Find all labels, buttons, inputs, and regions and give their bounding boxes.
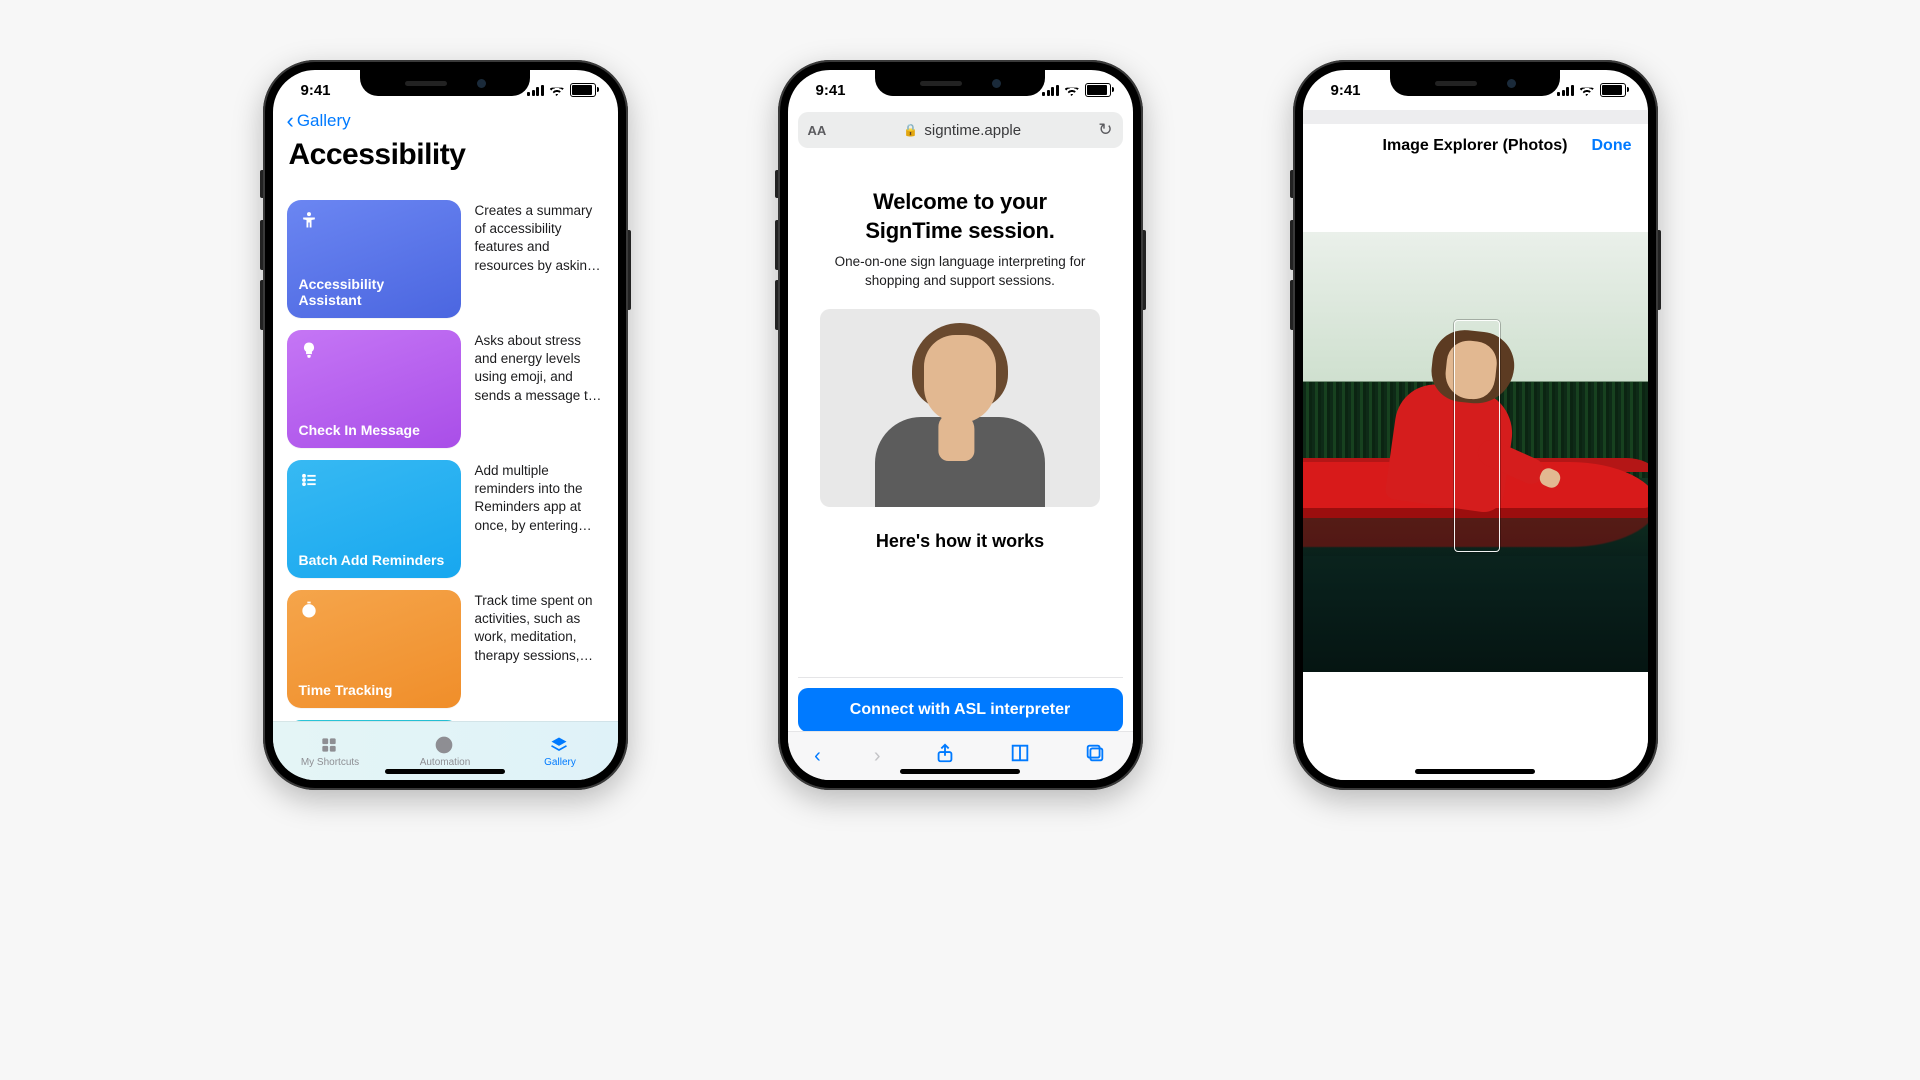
shortcut-title: Check In Message (299, 422, 449, 438)
shortcut-tile[interactable]: Check In Message (287, 330, 461, 448)
voiceover-focus-rect[interactable] (1454, 320, 1500, 552)
shortcut-item[interactable]: Time Tracking Track time spent on activit… (287, 590, 604, 708)
battery-icon (1600, 83, 1626, 97)
interpreter-video[interactable] (820, 309, 1100, 507)
page-subtitle: One-on-one sign language interpreting fo… (806, 253, 1115, 291)
photo-image (1303, 232, 1648, 672)
stopwatch-icon (299, 600, 449, 625)
shortcut-tile[interactable]: Batch Add Reminders (287, 460, 461, 578)
shortcut-item[interactable]: Accessibility Assistant Creates a summary… (287, 200, 604, 318)
cellular-icon (1042, 85, 1059, 96)
screen-shortcuts: 9:41 ‹ Gallery Accessibility Accessibili… (273, 70, 618, 780)
modal-title: Image Explorer (Photos) (1383, 137, 1568, 155)
text-size-icon[interactable]: AA (808, 123, 827, 138)
battery-icon (1085, 83, 1111, 97)
how-it-works-heading: Here's how it works (806, 531, 1115, 552)
page-title: Accessibility (273, 136, 618, 182)
connect-button[interactable]: Connect with ASL interpreter (798, 688, 1123, 732)
back-icon[interactable]: ‹ (814, 745, 821, 768)
screen-safari: 9:41 AA 🔒 signtime.apple ↻ Welcome to yo… (788, 70, 1133, 780)
layers-icon (549, 735, 571, 755)
tab-label: My Shortcuts (301, 757, 359, 768)
wifi-icon (549, 84, 565, 96)
phone-row: 9:41 ‹ Gallery Accessibility Accessibili… (0, 60, 1920, 790)
grid-icon (319, 735, 341, 755)
tab-my-shortcuts[interactable]: My Shortcuts (273, 722, 388, 780)
phone-image-explorer: 9:41 Image Explorer (Photos) Done (1293, 60, 1658, 790)
bookmarks-icon[interactable] (1009, 742, 1031, 770)
tabs-icon[interactable] (1084, 742, 1106, 770)
shortcut-tile[interactable]: Time Tracking (287, 590, 461, 708)
modal-header: Image Explorer (Photos) Done (1303, 124, 1648, 169)
shortcut-description: Asks about stress and energy levels usin… (475, 330, 604, 448)
lightbulb-icon (299, 340, 449, 365)
stage: 9:41 ‹ Gallery Accessibility Accessibili… (0, 0, 1920, 1080)
reload-icon[interactable]: ↻ (1098, 120, 1112, 140)
url-text: signtime.apple (924, 122, 1021, 139)
notch (1390, 70, 1560, 96)
shortcut-title: Time Tracking (299, 682, 449, 698)
status-time: 9:41 (1331, 82, 1361, 99)
url-bar[interactable]: AA 🔒 signtime.apple ↻ (798, 112, 1123, 148)
shortcut-tile[interactable]: Accessibility Assistant (287, 200, 461, 318)
person-illustration (870, 317, 1050, 507)
home-indicator[interactable] (385, 769, 505, 774)
phone-shortcuts: 9:41 ‹ Gallery Accessibility Accessibili… (263, 60, 628, 790)
photo-area[interactable] (1303, 168, 1648, 780)
share-icon[interactable] (934, 742, 956, 770)
tab-gallery[interactable]: Gallery (503, 722, 618, 780)
home-indicator[interactable] (1415, 769, 1535, 774)
screen-image-explorer: 9:41 Image Explorer (Photos) Done (1303, 70, 1648, 780)
done-button[interactable]: Done (1592, 137, 1632, 155)
notch (360, 70, 530, 96)
status-time: 9:41 (301, 82, 331, 99)
check-circle-icon (434, 735, 456, 755)
apple-logo-icon[interactable] (806, 150, 1115, 162)
shortcut-title: Batch Add Reminders (299, 552, 449, 568)
forward-icon: › (874, 745, 881, 768)
wifi-icon (1064, 84, 1080, 96)
shortcut-item[interactable]: Check In Message Asks about stress and en… (287, 330, 604, 448)
person-arms-icon (299, 210, 449, 235)
shortcut-description: Track time spent on activities, such as … (475, 590, 604, 708)
wifi-icon (1579, 84, 1595, 96)
shortcut-list[interactable]: Accessibility Assistant Creates a summary… (273, 200, 618, 724)
webpage[interactable]: Welcome to yourSignTime session. One-on-… (788, 150, 1133, 680)
shortcut-description: Creates a summary of accessibility featu… (475, 200, 604, 318)
tab-label: Automation (420, 757, 471, 768)
back-button[interactable]: ‹ Gallery (273, 110, 618, 136)
shortcut-description: Add multiple reminders into the Reminder… (475, 460, 604, 578)
phone-safari: 9:41 AA 🔒 signtime.apple ↻ Welcome to yo… (778, 60, 1143, 790)
lock-icon: 🔒 (903, 123, 918, 137)
cellular-icon (527, 85, 544, 96)
battery-icon (570, 83, 596, 97)
cta-wrap: Connect with ASL interpreter (798, 677, 1123, 732)
chevron-left-icon: ‹ (287, 110, 294, 132)
page-heading: Welcome to yourSignTime session. (806, 188, 1115, 245)
back-label: Gallery (297, 111, 351, 131)
shortcut-item[interactable]: Batch Add Reminders Add multiple reminder… (287, 460, 604, 578)
cellular-icon (1557, 85, 1574, 96)
status-time: 9:41 (816, 82, 846, 99)
tab-label: Gallery (544, 757, 576, 768)
shortcut-title: Accessibility Assistant (299, 276, 449, 308)
list-icon (299, 470, 449, 495)
notch (875, 70, 1045, 96)
parent-sheet-peek (1303, 110, 1648, 125)
home-indicator[interactable] (900, 769, 1020, 774)
